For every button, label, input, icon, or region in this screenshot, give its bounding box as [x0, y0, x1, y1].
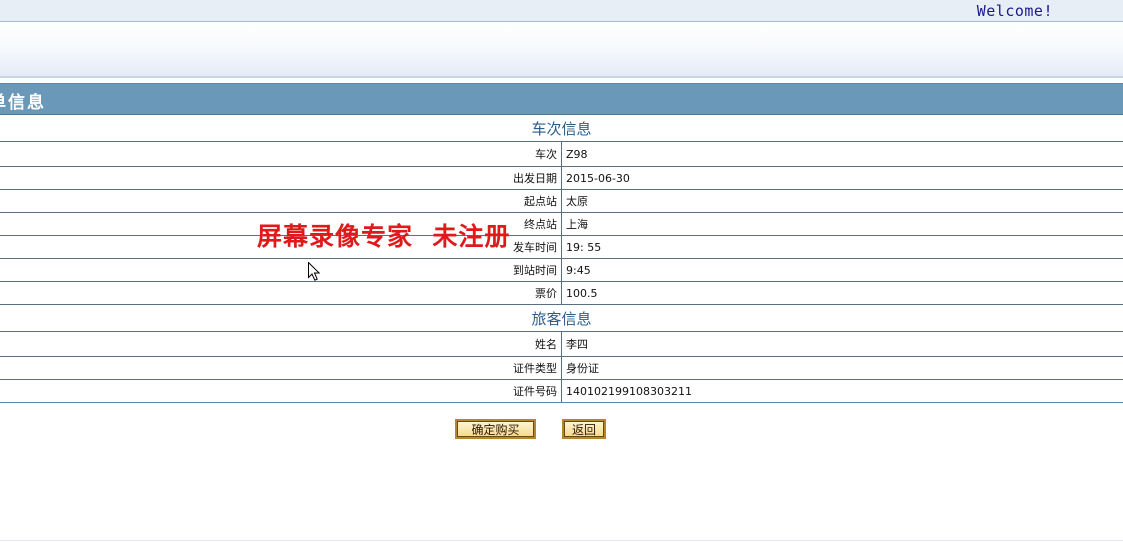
table-row: 票价 100.5 [0, 281, 1123, 305]
id-type-value: 身份证 [561, 356, 1123, 380]
table-row: 到站时间 9:45 [0, 258, 1123, 282]
table-row: 车次 Z98 [0, 141, 1123, 167]
passenger-name-value: 李四 [561, 331, 1123, 357]
origin-station-label: 起点站 [0, 189, 562, 213]
destination-station-value: 上海 [561, 212, 1123, 236]
section-row: 车次信息 [0, 115, 1123, 142]
departure-date-label: 出发日期 [0, 166, 562, 190]
origin-station-value: 太原 [561, 189, 1123, 213]
ticket-price-value: 100.5 [561, 281, 1123, 305]
passenger-section-title: 旅客信息 [0, 304, 1123, 332]
departure-time-value: 19: 55 [561, 235, 1123, 259]
id-type-label: 证件类型 [0, 356, 562, 380]
train-section-title: 车次信息 [531, 119, 592, 138]
panel-header: 单信息 [0, 84, 1123, 115]
confirm-purchase-button[interactable]: 确定购买 [455, 419, 536, 439]
banner [0, 22, 1123, 78]
departure-date-value: 2015-06-30 [561, 166, 1123, 190]
passenger-name-label: 姓名 [0, 331, 562, 357]
table-row: 姓名 李四 [0, 331, 1123, 357]
top-bar: Welcome! [0, 0, 1123, 22]
table-row: 证件类型 身份证 [0, 356, 1123, 380]
bottom-divider [0, 540, 1123, 541]
arrival-time-value: 9:45 [561, 258, 1123, 282]
order-info-panel: 单信息 车次信息 车次 Z98 出发日期 2015-06-30 起点站 太原 终… [0, 83, 1123, 403]
table-row: 出发日期 2015-06-30 [0, 166, 1123, 190]
table-row: 终点站 上海 [0, 212, 1123, 236]
panel-title: 单信息 [0, 93, 46, 113]
mouse-pointer-icon [308, 262, 320, 281]
id-number-label: 证件号码 [0, 379, 562, 402]
id-number-value: 140102199108303211 [561, 379, 1123, 402]
section-row: 旅客信息 [0, 304, 1123, 332]
arrival-time-label: 到站时间 [0, 258, 562, 282]
table-row: 起点站 太原 [0, 189, 1123, 213]
table-row: 证件号码 140102199108303211 [0, 379, 1123, 402]
train-number-label: 车次 [0, 141, 562, 167]
table-row: 发车时间 19: 55 [0, 235, 1123, 259]
back-button[interactable]: 返回 [562, 419, 606, 439]
welcome-text: Welcome! [976, 2, 1053, 20]
train-number-value: Z98 [561, 141, 1123, 167]
ticket-price-label: 票价 [0, 281, 562, 305]
watermark-text: 屏幕录像专家 未注册 [257, 222, 511, 251]
order-info-table: 车次信息 车次 Z98 出发日期 2015-06-30 起点站 太原 终点站 上… [0, 115, 1123, 402]
